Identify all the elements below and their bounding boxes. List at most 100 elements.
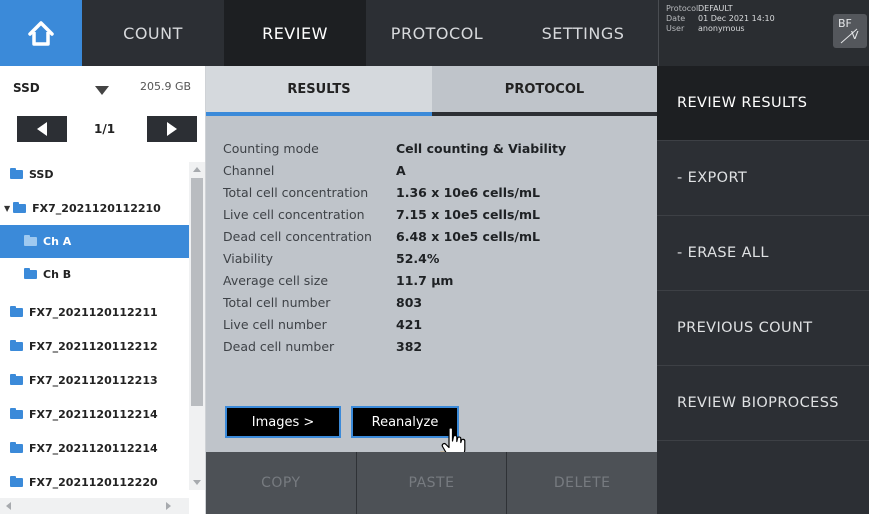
folder-icon: [13, 202, 27, 213]
tree-item-label: SSD: [29, 168, 54, 181]
result-value: A: [396, 162, 406, 178]
result-row-total-concentration: Total cell concentration 1.36 x 10e6 cel…: [223, 181, 643, 203]
vertical-scrollbar[interactable]: [189, 162, 205, 490]
next-page-button[interactable]: [147, 116, 197, 142]
tab-review[interactable]: REVIEW: [224, 0, 366, 66]
result-label: Live cell number: [223, 316, 327, 332]
tree-item-label: FX7_2021120112214: [29, 442, 158, 455]
bf-v-toggle-badge[interactable]: BF V: [833, 14, 867, 48]
result-label: Viability: [223, 250, 274, 266]
tree-item-label: FX7_2021120112213: [29, 374, 158, 387]
user-value: anonymous: [698, 24, 745, 33]
menu-export[interactable]: - EXPORT: [657, 141, 869, 216]
tree-item-ssd[interactable]: SSD: [0, 158, 189, 191]
scroll-right-arrow-icon: [166, 502, 171, 510]
menu-review-results[interactable]: REVIEW RESULTS: [657, 66, 869, 141]
result-value: Cell counting & Viability: [396, 140, 567, 156]
result-label: Average cell size: [223, 272, 329, 288]
drive-select[interactable]: SSD: [6, 76, 124, 100]
result-value: 6.48 x 10e5 cells/mL: [396, 228, 540, 244]
tree-item-folder[interactable]: FX7_2021120112213: [0, 364, 189, 397]
folder-icon: [10, 168, 23, 179]
menu-previous-count[interactable]: PREVIOUS COUNT: [657, 291, 869, 366]
chevron-down-icon: [95, 86, 109, 95]
folder-icon: [24, 268, 37, 279]
images-button[interactable]: Images >: [225, 406, 341, 438]
session-info: Protocol DEFAULT Date 01 Dec 2021 14:10 Us…: [658, 0, 869, 66]
scrollbar-thumb[interactable]: [191, 178, 203, 406]
tab-protocol[interactable]: PROTOCOL: [366, 0, 508, 66]
tree-item-folder[interactable]: FX7_2021120112220: [0, 466, 189, 499]
result-row-average-size: Average cell size 11.7 µm: [223, 269, 643, 291]
arrow-left-icon: [37, 122, 47, 136]
folder-icon: [10, 306, 23, 317]
page-indicator: 1/1: [94, 122, 116, 136]
drive-select-value: SSD: [13, 81, 40, 95]
tab-count[interactable]: COUNT: [82, 0, 224, 66]
folder-icon: [10, 476, 23, 487]
drive-size: 205.9 GB: [140, 80, 192, 93]
tree-item-folder[interactable]: FX7_2021120112212: [0, 330, 189, 363]
tab-protocol-details[interactable]: PROTOCOL: [432, 66, 657, 116]
result-value: 803: [396, 294, 423, 310]
folder-icon: [10, 408, 23, 419]
folder-icon: [10, 340, 23, 351]
result-label: Channel: [223, 162, 275, 178]
tree-item-label: Ch B: [43, 268, 72, 281]
paste-button[interactable]: PASTE: [357, 452, 508, 514]
result-row-viability: Viability 52.4%: [223, 247, 643, 269]
home-icon: [28, 21, 54, 46]
result-value: 421: [396, 316, 423, 332]
tree-item-label: FX7_2021120112220: [29, 476, 158, 489]
protocol-value: DEFAULT: [698, 4, 733, 13]
tree-item-folder-expanded[interactable]: ▼ FX7_2021120112210: [0, 192, 189, 225]
tree-item-ch-b[interactable]: Ch B: [0, 258, 189, 291]
copy-button[interactable]: COPY: [206, 452, 357, 514]
protocol-key: Protocol: [666, 4, 699, 13]
home-button[interactable]: [0, 0, 82, 66]
arrow-right-icon: [167, 122, 177, 136]
review-side-menu: REVIEW RESULTS - EXPORT - ERASE ALL PREV…: [657, 66, 869, 514]
menu-erase-all[interactable]: - ERASE ALL: [657, 216, 869, 291]
clipboard-action-bar: COPY PASTE DELETE: [206, 452, 657, 514]
result-label: Dead cell concentration: [223, 228, 372, 244]
result-label: Dead cell number: [223, 338, 335, 354]
tree-item-label: FX7_2021120112211: [29, 306, 158, 319]
horizontal-scrollbar[interactable]: [0, 498, 189, 514]
result-row-live-concentration: Live cell concentration 7.15 x 10e5 cell…: [223, 203, 643, 225]
result-value: 1.36 x 10e6 cells/mL: [396, 184, 540, 200]
tree-item-folder[interactable]: FX7_2021120112211: [0, 296, 189, 329]
expand-triangle-icon: ▼: [4, 204, 11, 213]
results-table: Counting mode Cell counting & Viability …: [223, 137, 643, 357]
badge-v-label: V: [851, 29, 859, 42]
result-value: 382: [396, 338, 423, 354]
result-row-total-number: Total cell number 803: [223, 291, 643, 313]
date-key: Date: [666, 14, 686, 23]
folder-icon: [24, 235, 37, 246]
menu-review-bioprocess[interactable]: REVIEW BIOPROCESS: [657, 366, 869, 441]
result-row-counting-mode: Counting mode Cell counting & Viability: [223, 137, 643, 159]
result-value: 11.7 µm: [396, 272, 454, 288]
result-label: Total cell concentration: [223, 184, 369, 200]
result-row-dead-concentration: Dead cell concentration 6.48 x 10e5 cell…: [223, 225, 643, 247]
tab-results[interactable]: RESULTS: [206, 66, 432, 116]
file-tree: SSD ▼ FX7_2021120112210 Ch A Ch B FX7_20…: [0, 156, 189, 506]
scroll-left-arrow-icon: [6, 502, 11, 510]
result-row-live-number: Live cell number 421: [223, 313, 643, 335]
tree-item-label: FX7_2021120112214: [29, 408, 158, 421]
delete-button[interactable]: DELETE: [507, 452, 657, 514]
top-navigation-bar: COUNT REVIEW PROTOCOL SETTINGS Protocol D…: [0, 0, 869, 66]
tree-item-folder[interactable]: FX7_2021120112214: [0, 432, 189, 465]
tree-item-folder[interactable]: FX7_2021120112214: [0, 398, 189, 431]
result-row-dead-number: Dead cell number 382: [223, 335, 643, 357]
tree-item-label: FX7_2021120112212: [29, 340, 158, 353]
result-label: Total cell number: [223, 294, 331, 310]
tree-item-ch-a[interactable]: Ch A: [0, 225, 189, 258]
result-label: Counting mode: [223, 140, 319, 156]
folder-icon: [10, 374, 23, 385]
previous-page-button[interactable]: [17, 116, 67, 142]
tab-settings[interactable]: SETTINGS: [508, 0, 658, 66]
tree-item-label: FX7_2021120112210: [32, 202, 161, 215]
scroll-down-arrow-icon: [193, 480, 201, 485]
date-value: 01 Dec 2021 14:10: [698, 14, 775, 23]
